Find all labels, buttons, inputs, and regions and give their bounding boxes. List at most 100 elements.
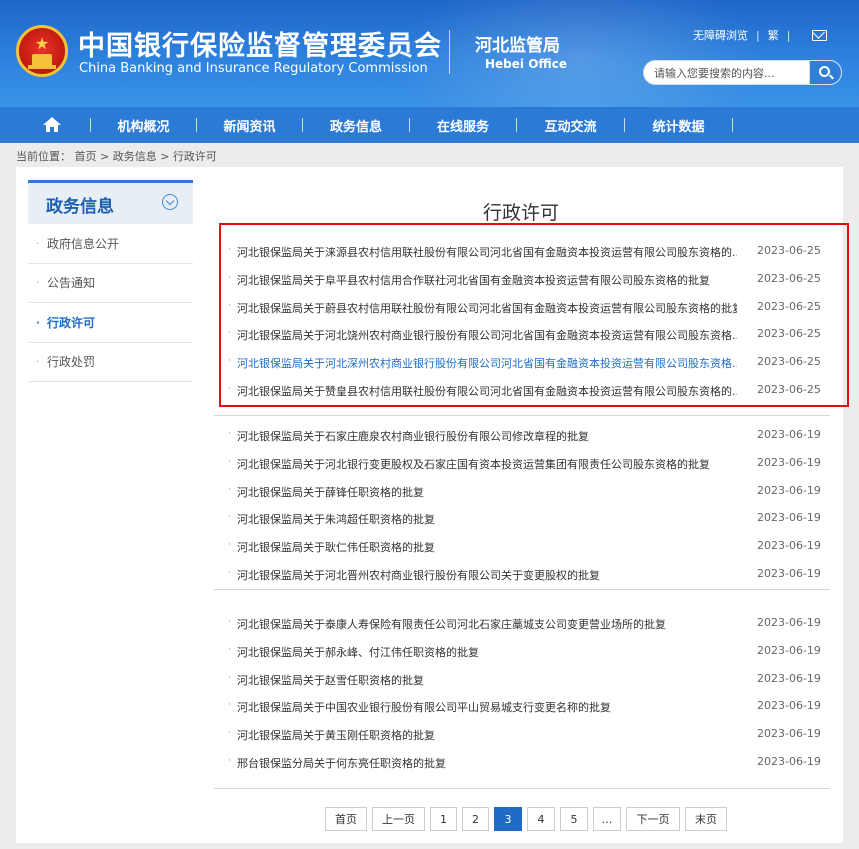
article-title[interactable]: 河北银保监局关于黄玉刚任职资格的批复: [237, 727, 737, 743]
pagination-last[interactable]: 末页: [685, 807, 727, 831]
sidebar-title: 政务信息: [46, 197, 114, 217]
bullet-icon: ·: [36, 239, 40, 250]
article-title[interactable]: 河北银保监局关于阜平县农村信用合作联社河北省国有金融资本投资运营有限公司股东资格…: [237, 272, 737, 288]
pagination-first[interactable]: 首页: [325, 807, 367, 831]
article-title[interactable]: 河北银保监局关于耿仁伟任职资格的批复: [237, 539, 737, 555]
pagination-page[interactable]: 5: [560, 807, 588, 831]
pagination: 首页 上一页 1 2 3 4 5 ... 下一页 末页: [325, 807, 727, 831]
main-nav: 机构概况 新闻资讯 政务信息 在线服务 互动交流 统计数据: [0, 107, 859, 143]
sidebar-item-label: 行政许可: [47, 316, 96, 330]
nav-item-news[interactable]: 新闻资讯: [197, 116, 302, 135]
pagination-page[interactable]: 4: [527, 807, 555, 831]
site-title-cn[interactable]: 中国银行保险监督管理委员会: [78, 24, 442, 63]
bullet-icon: ·: [228, 700, 231, 711]
article-date: 2023-06-19: [757, 727, 821, 741]
top-links-separator: |: [756, 28, 760, 42]
pagination-prev[interactable]: 上一页: [372, 807, 425, 831]
article-title[interactable]: 河北银保监局关于河北银行变更股权及石家庄国有资本投资运营集团有限责任公司股东资格…: [237, 456, 737, 472]
bullet-icon: ·: [228, 429, 231, 439]
nav-separator: [732, 118, 733, 132]
bullet-icon: ·: [228, 484, 231, 495]
list-item[interactable]: · 河北银保监局关于黄玉刚任职资格的批复 2023-06-19: [214, 720, 830, 748]
article-title[interactable]: 河北银保监局关于涞源县农村信用联社股份有限公司河北省国有金融资本投资运营有限公司…: [237, 244, 737, 260]
list-item[interactable]: · 河北银保监局关于耿仁伟任职资格的批复 2023-06-19: [214, 532, 830, 560]
list-item[interactable]: · 河北银保监局关于河北晋州农村商业银行股份有限公司关于变更股权的批复 2023-0…: [214, 560, 830, 588]
article-list-group: · 河北银保监局关于泰康人寿保险有限责任公司河北石家庄藁城支公司变更营业场所的批复…: [214, 609, 830, 789]
national-emblem-logo[interactable]: ★: [16, 25, 68, 77]
article-date: 2023-06-19: [757, 539, 821, 553]
list-item[interactable]: · 河北银保监局关于阜平县农村信用合作联社河北省国有金融资本投资运营有限公司股东资…: [214, 265, 830, 293]
list-item[interactable]: · 河北银保监局关于朱鸿超任职资格的批复 2023-06-19: [214, 504, 830, 532]
list-item[interactable]: · 河北银保监局关于薛锋任职资格的批复 2023-06-19: [214, 477, 830, 505]
search-input[interactable]: [654, 64, 804, 82]
list-item[interactable]: · 河北银保监局关于蔚县农村信用联社股份有限公司河北省国有金融资本投资运营有限公司…: [214, 293, 830, 321]
list-item[interactable]: · 河北银保监局关于赞皇县农村信用联社股份有限公司河北省国有金融资本投资运营有限公…: [214, 376, 830, 404]
pagination-page[interactable]: 1: [430, 807, 457, 831]
article-title[interactable]: 河北银保监局关于河北晋州农村商业银行股份有限公司关于变更股权的批复: [237, 567, 737, 583]
bullet-icon: ·: [228, 245, 231, 255]
article-title[interactable]: 河北银保监局关于河北饶州农村商业银行股份有限公司河北省国有金融资本投资运营有限公…: [237, 327, 737, 343]
accessibility-link[interactable]: 无障碍浏览: [693, 27, 748, 43]
article-list-group: · 河北银保监局关于石家庄鹿泉农村商业银行股份有限公司修改章程的批复 2023-06…: [214, 421, 830, 590]
article-date: 2023-06-19: [757, 616, 821, 629]
article-title[interactable]: 河北银保监局关于薛锋任职资格的批复: [237, 484, 737, 500]
article-title[interactable]: 河北银保监局关于郝永峰、付江伟任职资格的批复: [237, 644, 737, 660]
search-button[interactable]: [809, 60, 842, 85]
traditional-chinese-link[interactable]: 繁: [768, 27, 779, 43]
star-icon: ★: [34, 34, 50, 53]
nav-item-about[interactable]: 机构概况: [91, 116, 196, 135]
office-name-en: Hebei Office: [485, 57, 568, 71]
article-date: 2023-06-19: [757, 643, 821, 657]
article-title[interactable]: 河北银保监局关于河北深州农村商业银行股份有限公司河北省国有金融资本投资运营有限公…: [237, 355, 737, 371]
list-item[interactable]: · 河北银保监局关于赵雪任职资格的批复 2023-06-19: [214, 665, 830, 693]
chevron-down-icon[interactable]: [162, 194, 178, 210]
article-date: 2023-06-19: [757, 455, 821, 469]
pagination-next[interactable]: 下一页: [626, 807, 680, 831]
sidebar-item-announcements[interactable]: · 公告通知: [28, 264, 193, 303]
page-title: 行政许可: [483, 202, 560, 224]
article-title[interactable]: 河北银保监局关于赵雪任职资格的批复: [237, 672, 737, 688]
bullet-icon: ·: [228, 272, 231, 283]
list-item[interactable]: · 邢台银保监分局关于何东亮任职资格的批复 2023-06-19: [214, 748, 830, 776]
list-item[interactable]: · 河北银保监局关于泰康人寿保险有限责任公司河北石家庄藁城支公司变更营业场所的批复…: [214, 609, 830, 637]
article-date: 2023-06-25: [757, 244, 821, 257]
article-date: 2023-06-25: [757, 382, 821, 396]
nav-home[interactable]: [0, 107, 68, 143]
article-title[interactable]: 河北银保监局关于石家庄鹿泉农村商业银行股份有限公司修改章程的批复: [237, 428, 737, 444]
bullet-icon: ·: [228, 755, 231, 766]
list-item[interactable]: · 河北银保监局关于石家庄鹿泉农村商业银行股份有限公司修改章程的批复 2023-06…: [214, 421, 830, 449]
article-title[interactable]: 河北银保监局关于中国农业银行股份有限公司平山贸易城支行变更名称的批复: [237, 699, 737, 715]
list-item[interactable]: · 河北银保监局关于中国农业银行股份有限公司平山贸易城支行变更名称的批复 2023-…: [214, 692, 830, 720]
site-title-en: China Banking and Insurance Regulatory C…: [79, 61, 428, 76]
breadcrumb: 当前位置： 首页 > 政务信息 > 行政许可: [16, 150, 217, 163]
article-date: 2023-06-19: [757, 754, 821, 768]
sidebar-item-administrative-licensing[interactable]: · 行政许可: [28, 304, 193, 343]
article-title[interactable]: 邢台银保监分局关于何东亮任职资格的批复: [237, 755, 737, 771]
home-icon: [43, 117, 61, 133]
bullet-icon: ·: [228, 383, 231, 394]
list-item[interactable]: · 河北银保监局关于河北饶州农村商业银行股份有限公司河北省国有金融资本投资运营有限…: [214, 320, 830, 348]
article-title[interactable]: 河北银保监局关于赞皇县农村信用联社股份有限公司河北省国有金融资本投资运营有限公司…: [237, 383, 737, 399]
article-title[interactable]: 河北银保监局关于蔚县农村信用联社股份有限公司河北省国有金融资本投资运营有限公司股…: [237, 300, 737, 316]
sidebar-item-administrative-penalty[interactable]: · 行政处罚: [28, 343, 193, 382]
article-title[interactable]: 河北银保监局关于朱鸿超任职资格的批复: [237, 511, 737, 527]
article-title[interactable]: 河北银保监局关于泰康人寿保险有限责任公司河北石家庄藁城支公司变更营业场所的批复: [237, 616, 737, 632]
nav-item-statistics[interactable]: 统计数据: [625, 116, 732, 135]
bullet-icon: ·: [36, 357, 40, 368]
article-date: 2023-06-25: [757, 355, 821, 369]
emblem-gate: [32, 54, 52, 65]
pagination-page-current[interactable]: 3: [494, 807, 522, 831]
nav-item-online-service[interactable]: 在线服务: [410, 116, 516, 135]
article-date: 2023-06-19: [757, 428, 821, 441]
article-date: 2023-06-19: [757, 699, 821, 713]
sidebar-item-label: 行政处罚: [47, 355, 96, 369]
sidebar-item-gov-info-disclosure[interactable]: · 政府信息公开: [28, 225, 193, 264]
list-item[interactable]: · 河北银保监局关于郝永峰、付江伟任职资格的批复 2023-06-19: [214, 637, 830, 665]
pagination-page[interactable]: 2: [462, 807, 489, 831]
list-item[interactable]: · 河北银保监局关于涞源县农村信用联社股份有限公司河北省国有金融资本投资运营有限公…: [214, 237, 830, 265]
list-item[interactable]: · 河北银保监局关于河北银行变更股权及石家庄国有资本投资运营集团有限责任公司股东资…: [214, 449, 830, 477]
mail-icon[interactable]: [812, 29, 828, 41]
nav-item-government-info[interactable]: 政务信息: [303, 116, 409, 135]
list-item[interactable]: · 河北银保监局关于河北深州农村商业银行股份有限公司河北省国有金融资本投资运营有限…: [214, 348, 830, 376]
nav-item-interaction[interactable]: 互动交流: [517, 116, 624, 135]
